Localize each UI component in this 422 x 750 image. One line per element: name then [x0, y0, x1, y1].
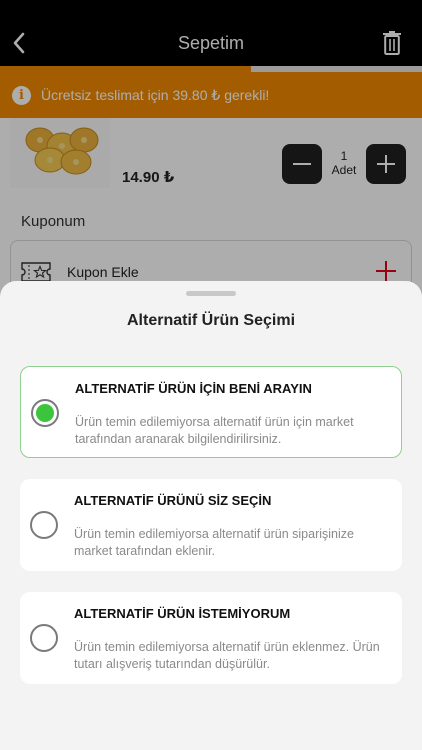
- option-title: ALTERNATİF ÜRÜN İSTEMİYORUM: [74, 606, 291, 621]
- option-radio[interactable]: [30, 511, 58, 539]
- option-title: ALTERNATİF ÜRÜN İÇİN BENİ ARAYIN: [75, 381, 312, 396]
- option-you-choose[interactable]: ALTERNATİF ÜRÜNÜ SİZ SEÇİN Ürün temin ed…: [20, 479, 402, 571]
- alternative-product-sheet: Alternatif Ürün Seçimi ALTERNATİF ÜRÜN İ…: [0, 281, 422, 750]
- option-no-alternative[interactable]: ALTERNATİF ÜRÜN İSTEMİYORUM Ürün temin e…: [20, 592, 402, 684]
- option-radio[interactable]: [30, 624, 58, 652]
- sheet-drag-handle[interactable]: [186, 291, 236, 296]
- option-description: Ürün temin edilemiyorsa alternatif ürün …: [75, 415, 354, 446]
- option-radio[interactable]: [31, 399, 59, 427]
- sheet-title: Alternatif Ürün Seçimi: [126, 312, 296, 329]
- option-title: ALTERNATİF ÜRÜNÜ SİZ SEÇİN: [74, 493, 272, 508]
- option-call-me[interactable]: ALTERNATİF ÜRÜN İÇİN BENİ ARAYIN Ürün te…: [20, 366, 402, 458]
- option-description: Ürün temin edilemiyorsa alternatif ürün …: [74, 527, 354, 558]
- option-description: Ürün temin edilemiyorsa alternatif ürün …: [74, 640, 380, 671]
